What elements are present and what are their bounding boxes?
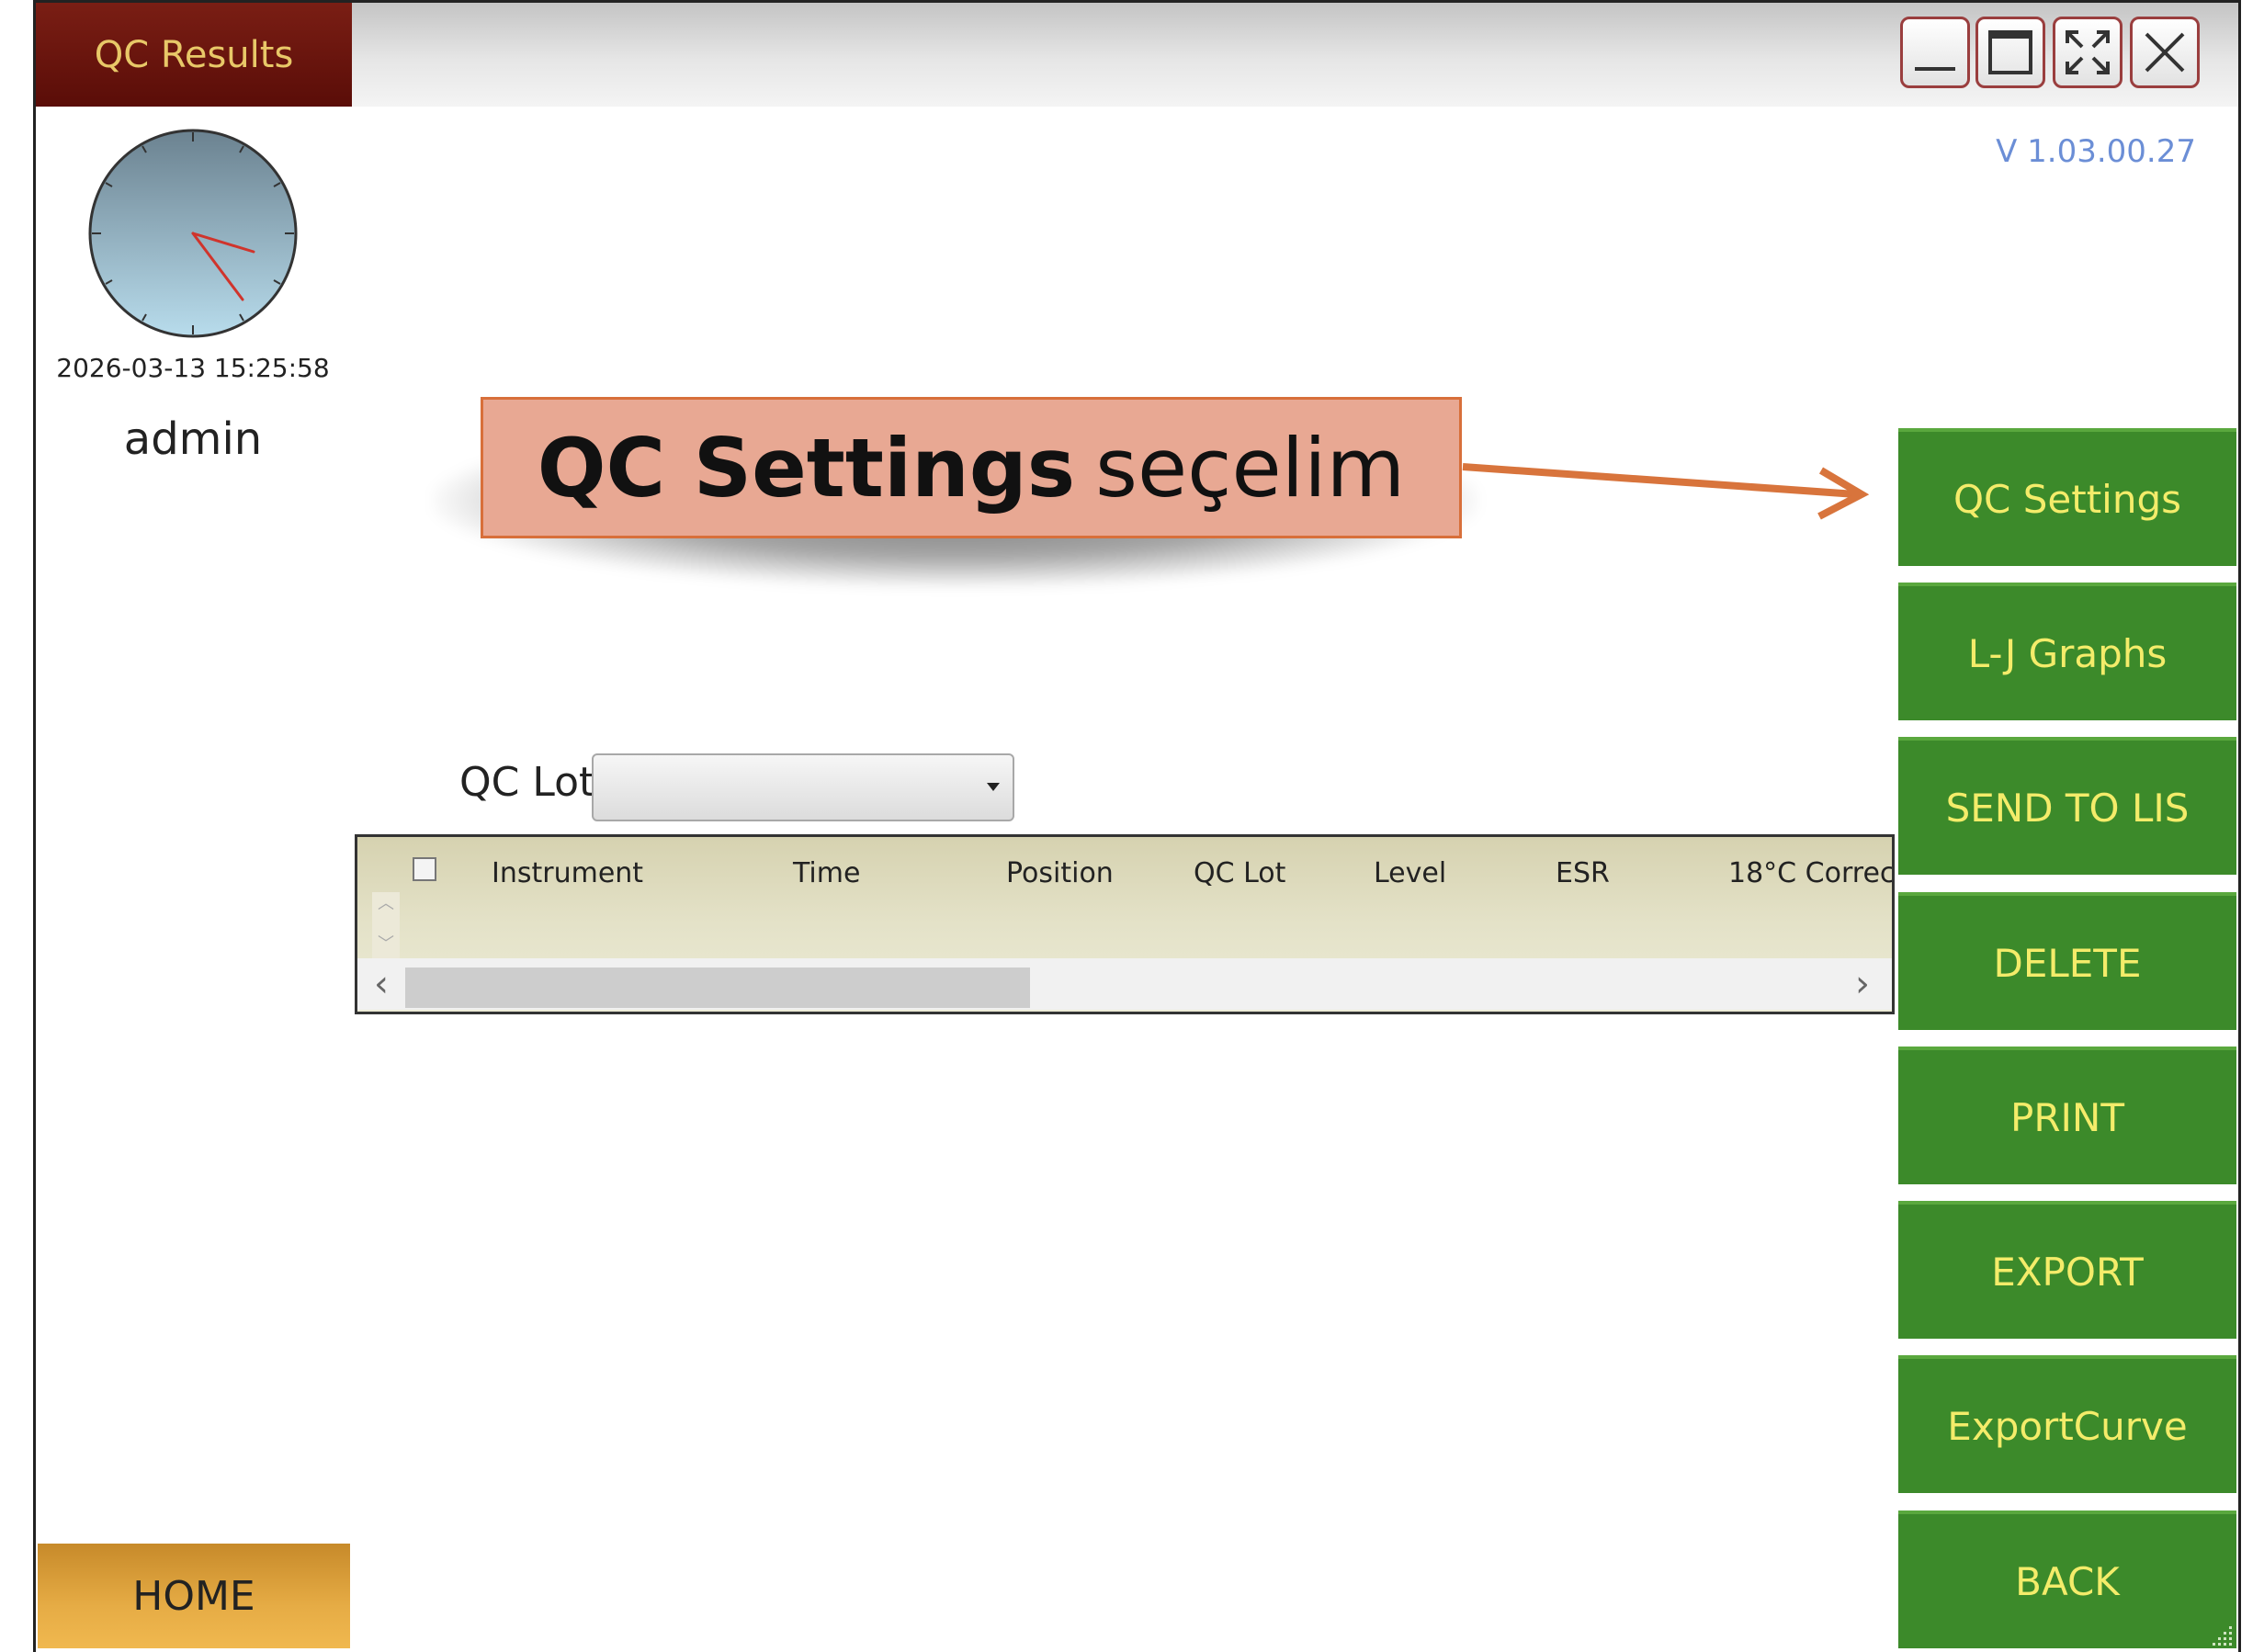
horizontal-scroll-thumb[interactable] — [405, 967, 1030, 1008]
window-frame-left — [33, 0, 36, 1652]
page-title-tab: QC Results — [36, 3, 352, 107]
qc-settings-button[interactable]: QC Settings — [1898, 428, 2236, 566]
current-datetime: 2026-03-13 15:25:58 — [56, 353, 330, 383]
analog-clock-icon — [88, 129, 298, 338]
scroll-right-icon[interactable]: › — [1855, 962, 1870, 1006]
export-button[interactable]: EXPORT — [1898, 1201, 2236, 1339]
column-header-position[interactable]: Position — [1006, 857, 1114, 889]
column-header-level[interactable]: Level — [1374, 857, 1446, 889]
qc-lot-label: QC Lot — [459, 759, 595, 806]
lj-graphs-button[interactable]: L-J Graphs — [1898, 583, 2236, 720]
chevron-down-icon — [987, 783, 1000, 791]
minimize-button[interactable] — [1900, 17, 1970, 88]
close-button[interactable] — [2130, 17, 2200, 88]
qc-results-window: QC Results V 1.03.00.27 2026-03-13 15:25… — [0, 0, 2264, 1652]
table-header: Instrument Time Position QC Lot Level ES… — [357, 837, 1892, 892]
print-button[interactable]: PRINT — [1898, 1047, 2236, 1184]
column-header-esr[interactable]: ESR — [1556, 857, 1610, 889]
callout-bold-text: QC Settings — [537, 420, 1076, 515]
scroll-left-icon[interactable]: ‹ — [374, 962, 389, 1006]
annotation-callout: QC Settings seçelim — [481, 397, 1462, 538]
fullscreen-icon — [2066, 30, 2110, 74]
export-curve-button[interactable]: ExportCurve — [1898, 1355, 2236, 1493]
window-frame-right — [2238, 0, 2241, 1652]
maximize-icon — [1988, 30, 2032, 74]
home-button[interactable]: HOME — [38, 1544, 350, 1648]
qc-lot-select[interactable] — [592, 753, 1014, 821]
back-button[interactable]: BACK — [1898, 1511, 2236, 1648]
column-header-18c-corrected[interactable]: 18°C Correcte — [1728, 857, 1892, 889]
qc-results-table: Instrument Time Position QC Lot Level ES… — [355, 834, 1895, 1014]
page-title: QC Results — [94, 33, 294, 76]
callout-normal-text: seçelim — [1095, 420, 1406, 515]
fullscreen-button[interactable] — [2053, 17, 2122, 88]
maximize-button[interactable] — [1975, 17, 2045, 88]
column-header-instrument[interactable]: Instrument — [492, 857, 643, 889]
minimize-icon — [1915, 67, 1955, 71]
send-to-lis-button[interactable]: SEND TO LIS — [1898, 737, 2236, 875]
column-header-qc-lot[interactable]: QC Lot — [1194, 857, 1285, 889]
current-user: admin — [123, 413, 263, 465]
version-label: V 1.03.00.27 — [1996, 133, 2196, 170]
horizontal-scrollbar[interactable]: ‹ › — [357, 958, 1892, 1010]
delete-button[interactable]: DELETE — [1898, 892, 2236, 1030]
scroll-up-icon[interactable]: ︿ — [378, 896, 394, 912]
close-icon — [2145, 32, 2185, 73]
select-all-checkbox[interactable] — [413, 857, 436, 881]
vertical-scrollbar[interactable]: ︿ ﹀ — [372, 892, 400, 962]
column-header-time[interactable]: Time — [793, 857, 860, 889]
scroll-down-icon[interactable]: ﹀ — [378, 936, 394, 953]
resize-grip-icon[interactable] — [2209, 1621, 2235, 1646]
annotation-arrow-icon — [1462, 463, 1870, 520]
